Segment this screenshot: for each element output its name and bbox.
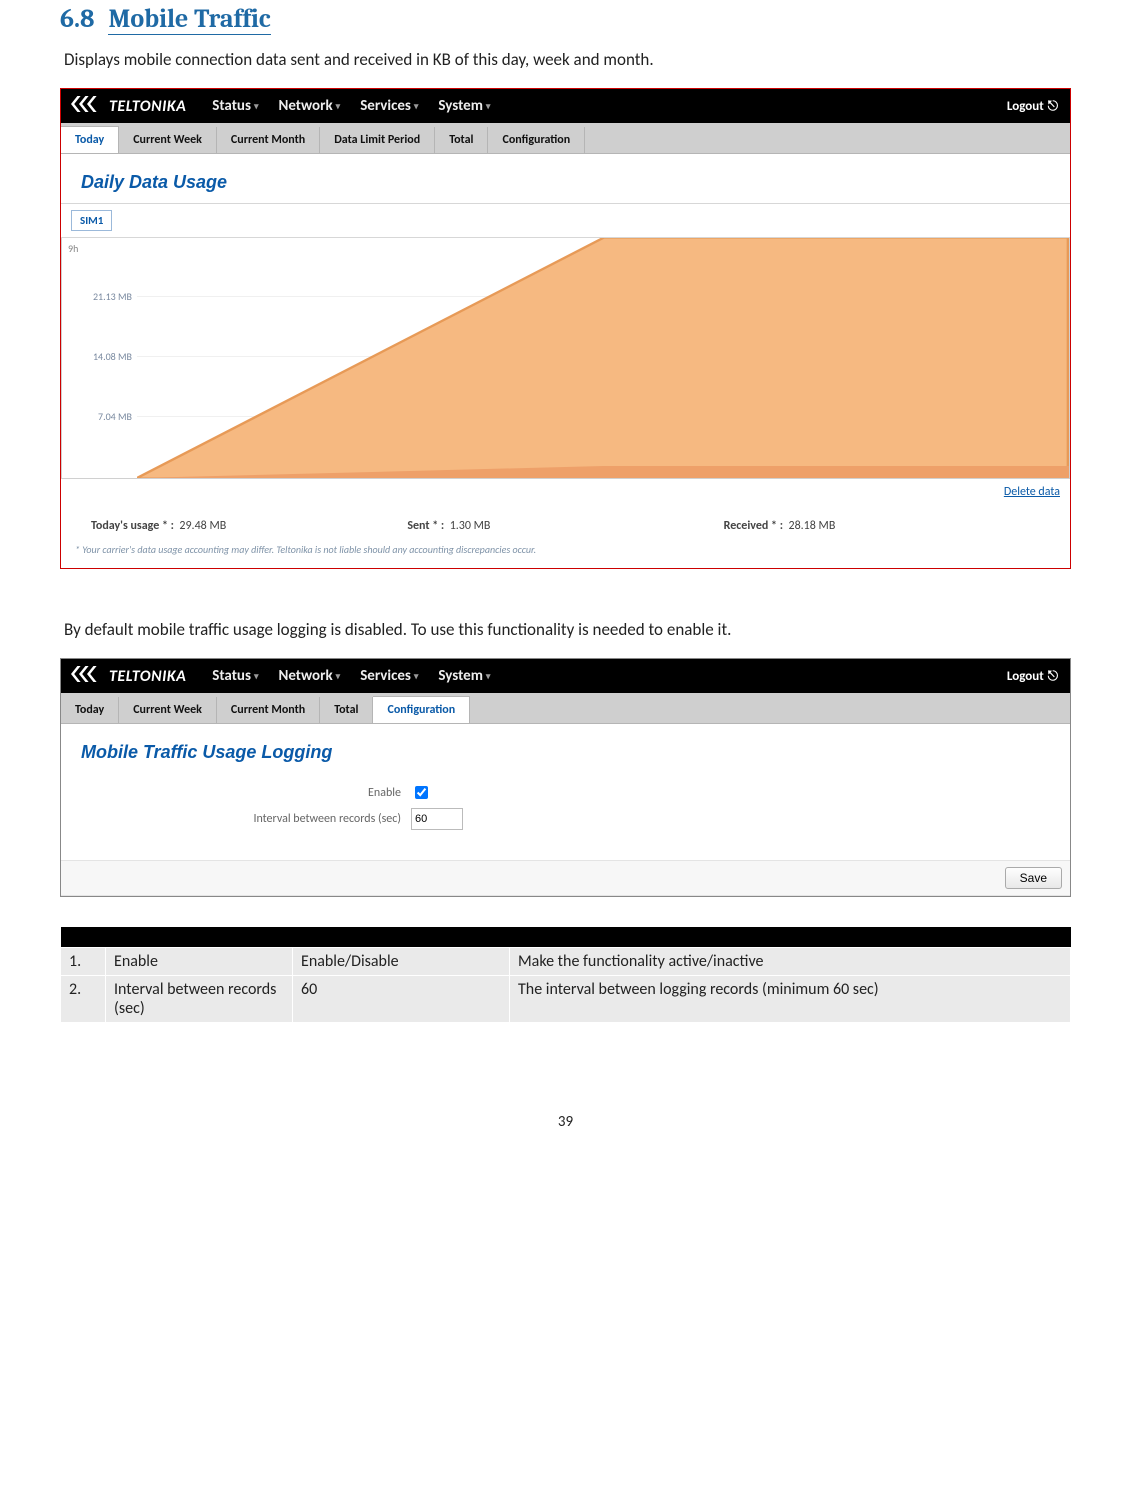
menu-services-2[interactable]: Services▾	[360, 667, 418, 685]
tab-total[interactable]: Total	[435, 127, 488, 153]
enable-label: Enable	[81, 786, 411, 800]
logout-link[interactable]: Logout⎋	[1007, 99, 1070, 114]
brand-logo-2: TELTONIKA	[61, 666, 186, 687]
chart-wrap: 9h 21.13 MB 14.08 MB 7.04 MB	[61, 238, 1070, 479]
panel-title: Daily Data Usage	[61, 154, 1070, 203]
tab2-current-week[interactable]: Current Week	[119, 697, 217, 723]
cell-sample: 60	[293, 976, 510, 1023]
screenshot-daily-usage: TELTONIKA Status▾ Network▾ Services▾ Sys…	[60, 88, 1071, 569]
tabbar-2: Today Current Week Current Month Total C…	[61, 693, 1070, 724]
brand-chevrons-icon	[71, 666, 103, 687]
app-bar: TELTONIKA Status▾ Network▾ Services▾ Sys…	[61, 89, 1070, 123]
app-bar-2: TELTONIKA Status▾ Network▾ Services▾ Sys…	[61, 659, 1070, 693]
tab-data-limit-period[interactable]: Data Limit Period	[320, 127, 435, 153]
main-menu: Status▾ Network▾ Services▾ System▾	[212, 97, 490, 115]
sent-label: Sent * :	[407, 519, 444, 533]
menu-services[interactable]: Services▾	[360, 97, 418, 115]
intro-text-1: Displays mobile connection data sent and…	[64, 49, 1071, 70]
page-number: 39	[60, 1113, 1071, 1131]
chart: 9h 21.13 MB 14.08 MB 7.04 MB	[61, 238, 1070, 479]
table-row: 2. Interval between records (sec) 60 The…	[61, 976, 1071, 1023]
main-menu-2: Status▾ Network▾ Services▾ System▾	[212, 667, 490, 685]
chart-y-top: 9h	[68, 242, 78, 255]
chevron-down-icon: ▾	[336, 101, 341, 112]
interval-label: Interval between records (sec)	[81, 812, 411, 826]
logout-icon: ⎋	[1048, 99, 1058, 114]
chevron-down-icon: ▾	[254, 671, 259, 682]
enable-checkbox[interactable]	[415, 786, 428, 799]
brand-text: TELTONIKA	[109, 97, 186, 116]
cell-name: Enable	[106, 948, 293, 976]
today-usage-value: 29.48 MB	[179, 519, 226, 533]
received-label: Received * :	[724, 519, 783, 533]
brand-text-2: TELTONIKA	[109, 667, 186, 686]
row-enable: Enable	[81, 783, 1050, 802]
tabbar: Today Current Week Current Month Data Li…	[61, 123, 1070, 154]
intro-text-2: By default mobile traffic usage logging …	[64, 619, 1071, 640]
today-usage-label: Today's usage * :	[91, 519, 174, 533]
chevron-down-icon: ▾	[336, 671, 341, 682]
chart-y-1: 21.13 MB	[93, 290, 132, 303]
menu-system-2[interactable]: System▾	[438, 667, 490, 685]
tab2-current-month[interactable]: Current Month	[217, 697, 320, 723]
section-heading: 6.8 Mobile Traffic	[60, 4, 1071, 35]
menu-status-2[interactable]: Status▾	[212, 667, 258, 685]
menu-network-2[interactable]: Network▾	[278, 667, 340, 685]
chevron-down-icon: ▾	[414, 671, 419, 682]
received-value: 28.18 MB	[788, 519, 835, 533]
logout-icon: ⎋	[1048, 669, 1058, 684]
save-bar: Save	[61, 860, 1070, 896]
tab-configuration[interactable]: Configuration	[488, 127, 585, 153]
cell-sample: Enable/Disable	[293, 948, 510, 976]
cell-expl: Make the functionality active/inactive	[510, 948, 1071, 976]
params-table: 1. Enable Enable/Disable Make the functi…	[60, 927, 1071, 1023]
panel-title-2: Mobile Traffic Usage Logging	[61, 724, 1070, 773]
section-title: Mobile Traffic	[108, 4, 270, 35]
chart-area	[137, 238, 1069, 478]
cell-num: 2.	[61, 976, 106, 1023]
tab2-total[interactable]: Total	[320, 697, 373, 723]
cell-expl: The interval between logging records (mi…	[510, 976, 1071, 1023]
menu-status[interactable]: Status▾	[212, 97, 258, 115]
tab-current-week[interactable]: Current Week	[119, 127, 217, 153]
cell-name: Interval between records (sec)	[106, 976, 293, 1023]
delete-data-link[interactable]: Delete data	[1004, 485, 1060, 499]
menu-system[interactable]: System▾	[438, 97, 490, 115]
disclaimer: * Your carrier's data usage accounting m…	[61, 543, 1070, 568]
chart-y-2: 14.08 MB	[93, 350, 132, 363]
table-row: 1. Enable Enable/Disable Make the functi…	[61, 948, 1071, 976]
chevron-down-icon: ▾	[414, 101, 419, 112]
save-button[interactable]: Save	[1005, 867, 1062, 889]
brand-logo: TELTONIKA	[61, 96, 186, 117]
tab2-configuration[interactable]: Configuration	[373, 696, 470, 723]
chart-y-3: 7.04 MB	[98, 410, 132, 423]
interval-input[interactable]	[411, 808, 463, 830]
sim-tab[interactable]: SIM1	[71, 210, 112, 231]
section-number: 6.8	[60, 4, 94, 34]
screenshot-logging-config: TELTONIKA Status▾ Network▾ Services▾ Sys…	[60, 658, 1071, 897]
stats-row: Today's usage * : 29.48 MB Sent * : 1.30…	[61, 499, 1070, 543]
chevron-down-icon: ▾	[486, 101, 491, 112]
tab-today[interactable]: Today	[61, 126, 119, 153]
tab2-today[interactable]: Today	[61, 697, 119, 723]
chevron-down-icon: ▾	[486, 671, 491, 682]
tab-current-month[interactable]: Current Month	[217, 127, 320, 153]
row-interval: Interval between records (sec)	[81, 808, 1050, 830]
sim-row: SIM1	[61, 203, 1070, 238]
chevron-down-icon: ▾	[254, 101, 259, 112]
cell-num: 1.	[61, 948, 106, 976]
sent-value: 1.30 MB	[450, 519, 491, 533]
logout-link-2[interactable]: Logout⎋	[1007, 669, 1070, 684]
brand-chevrons-icon	[71, 96, 103, 117]
menu-network[interactable]: Network▾	[278, 97, 340, 115]
